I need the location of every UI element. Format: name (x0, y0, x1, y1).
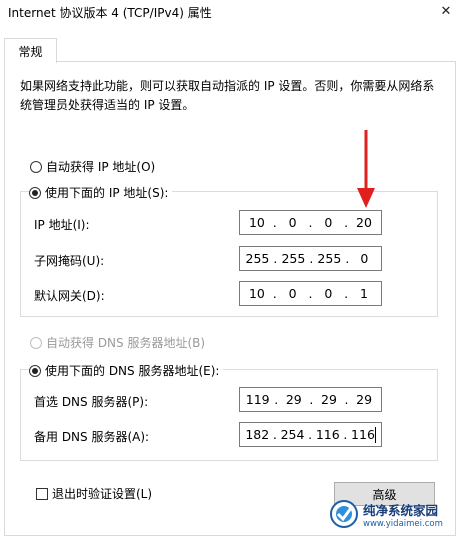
subnet-mask-input[interactable]: 255. 255. 255. 0 (239, 246, 382, 271)
alternate-dns-input[interactable]: 182. 254. 116. 116 (239, 422, 382, 447)
description-text: 如果网络支持此功能，则可以获取自动指派的 IP 设置。否则，你需要从网络系统管理… (20, 79, 435, 112)
watermark: 纯净系统家园 www.yidaimei.com (329, 494, 461, 534)
close-icon: ✕ (440, 3, 452, 19)
dns-auto-radio (30, 336, 42, 349)
tab-general-label: 常规 (18, 44, 43, 59)
subnet-octet: 255 (317, 251, 342, 266)
ip-manual-label: 使用下面的 IP 地址(S): (45, 186, 169, 200)
watermark-url: www.yidaimei.com (363, 518, 443, 529)
alternate-dns-label: 备用 DNS 服务器(A): (34, 430, 150, 444)
dns-manual-label: 使用下面的 DNS 服务器地址(E): (45, 364, 220, 378)
subnet-octet: 255 (245, 251, 270, 266)
ip-octet: 20 (356, 215, 372, 230)
window-title: Internet 协议版本 4 (TCP/IPv4) 属性 (8, 6, 212, 20)
dns-octet: 29 (285, 392, 302, 407)
subnet-mask-label: 子网掩码(U): (34, 254, 105, 268)
preferred-dns-label: 首选 DNS 服务器(P): (34, 395, 149, 409)
ip-manual-radio-dot (32, 189, 38, 196)
gateway-input[interactable]: 10. 0. 0. 1 (239, 281, 382, 306)
ip-auto-radio[interactable] (30, 160, 42, 173)
watermark-logo-icon (330, 500, 358, 528)
subnet-octet: 0 (360, 251, 369, 266)
text-caret (374, 426, 376, 443)
dns-octet: 116 (315, 427, 340, 442)
gateway-octet: 0 (324, 286, 333, 301)
dns-octet: 116 (351, 427, 375, 442)
ip-octet: 0 (288, 215, 297, 230)
dns-manual-option[interactable]: 使用下面的 DNS 服务器地址(E): (29, 362, 224, 379)
ip-manual-option[interactable]: 使用下面的 IP 地址(S): (29, 184, 173, 201)
gateway-octet: 1 (360, 286, 368, 301)
dns-auto-label: 自动获得 DNS 服务器地址(B) (46, 336, 206, 350)
dns-manual-radio[interactable] (29, 364, 41, 377)
dns-octet: 29 (321, 392, 337, 407)
dns-manual-group (20, 369, 438, 461)
ip-auto-label: 自动获得 IP 地址(O) (46, 160, 156, 174)
validate-settings-label: 退出时验证设置(L) (52, 487, 153, 501)
gateway-octet: 0 (288, 286, 297, 301)
dns-octet: 29 (356, 392, 373, 407)
subnet-octet: 255 (281, 251, 306, 266)
annotation-arrow-icon (357, 130, 375, 208)
preferred-dns-input[interactable]: 119. 29. 29. 29 (239, 387, 382, 412)
dns-octet: 254 (280, 427, 305, 442)
close-button[interactable]: ✕ (432, 0, 460, 22)
dns-manual-radio-dot (32, 367, 38, 374)
tab-general[interactable]: 常规 (4, 38, 57, 63)
dns-octet: 119 (245, 392, 270, 407)
watermark-name: 纯净系统家园 (363, 502, 439, 518)
dns-octet: 182 (245, 427, 270, 442)
dns-auto-option: 自动获得 DNS 服务器地址(B) (30, 334, 205, 351)
ip-address-label: IP 地址(I): (34, 218, 90, 232)
gateway-label: 默认网关(D): (34, 289, 105, 303)
ip-manual-radio[interactable] (29, 186, 41, 199)
ip-octet: 10 (248, 215, 265, 230)
gateway-octet: 10 (248, 286, 265, 301)
ip-auto-option[interactable]: 自动获得 IP 地址(O) (30, 158, 155, 175)
validate-settings-checkbox[interactable] (36, 487, 48, 500)
ip-octet: 0 (324, 215, 333, 230)
ip-address-input[interactable]: 10. 0. 0. 20 (239, 210, 382, 235)
validate-settings-option[interactable]: 退出时验证设置(L) (36, 485, 152, 502)
